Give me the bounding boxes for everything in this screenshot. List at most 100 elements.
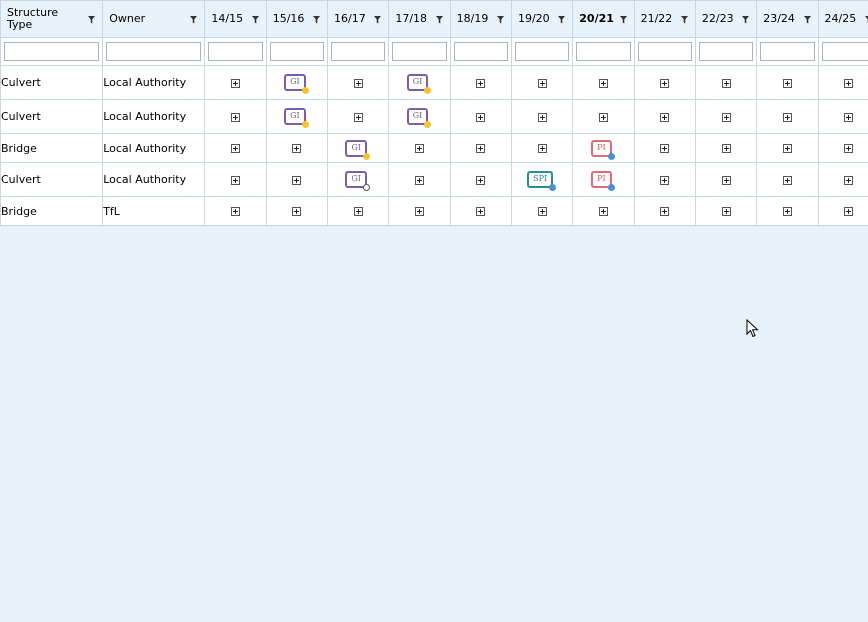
year-cell[interactable]: GI — [265, 65, 329, 100]
column-header-15-16[interactable]: 15/16 — [265, 0, 329, 38]
year-cell[interactable] — [633, 162, 696, 197]
filter-funnel-icon[interactable] — [496, 16, 504, 24]
year-cell[interactable] — [327, 196, 390, 226]
column-header-17-18[interactable]: 17/18 — [388, 0, 451, 38]
filter-funnel-icon[interactable] — [803, 16, 811, 24]
year-cell[interactable] — [327, 99, 390, 134]
filter-funnel-icon[interactable] — [374, 16, 382, 24]
add-inspection-plus-icon[interactable] — [476, 207, 486, 216]
year-cell[interactable] — [388, 196, 451, 226]
inspection-badge-pi[interactable]: PI — [591, 171, 615, 191]
column-header-owner[interactable]: Owner — [102, 0, 206, 38]
year-cell[interactable] — [572, 99, 635, 134]
add-inspection-plus-icon[interactable] — [415, 207, 424, 216]
column-filter-input[interactable] — [453, 42, 508, 61]
year-cell[interactable] — [633, 196, 696, 226]
add-inspection-plus-icon[interactable] — [415, 175, 424, 185]
column-filter-input[interactable] — [269, 42, 325, 61]
filter-funnel-icon[interactable] — [619, 16, 627, 24]
add-inspection-plus-icon[interactable] — [660, 78, 670, 88]
add-inspection-plus-icon[interactable] — [598, 207, 608, 216]
add-inspection-plus-icon[interactable] — [415, 144, 424, 153]
year-cell[interactable] — [449, 196, 512, 226]
add-inspection-plus-icon[interactable] — [721, 207, 731, 216]
add-inspection-plus-icon[interactable] — [292, 207, 302, 216]
year-cell[interactable] — [633, 99, 696, 134]
filter-funnel-icon[interactable] — [190, 16, 198, 24]
year-cell[interactable] — [265, 133, 329, 163]
column-header-22-23[interactable]: 22/23 — [694, 0, 758, 38]
add-inspection-plus-icon[interactable] — [476, 175, 486, 185]
column-filter-input[interactable] — [760, 42, 815, 61]
column-header-19-20[interactable]: 19/20 — [510, 0, 574, 38]
year-cell[interactable]: PI — [572, 162, 635, 197]
inspection-badge-gi[interactable]: GI — [345, 139, 370, 160]
inspection-badge-pi[interactable]: PI — [591, 139, 615, 160]
add-inspection-plus-icon[interactable] — [231, 112, 241, 122]
column-header-20-21[interactable]: 20/21 — [572, 0, 635, 38]
year-cell[interactable] — [694, 65, 758, 100]
add-inspection-plus-icon[interactable] — [844, 175, 854, 185]
filter-funnel-icon[interactable] — [435, 16, 443, 24]
add-inspection-plus-icon[interactable] — [844, 144, 854, 153]
add-inspection-plus-icon[interactable] — [721, 112, 731, 122]
year-cell[interactable] — [756, 162, 819, 197]
column-filter-input[interactable] — [637, 42, 692, 61]
year-cell[interactable] — [694, 196, 758, 226]
column-filter-input[interactable] — [106, 42, 202, 61]
filter-funnel-icon[interactable] — [251, 16, 259, 24]
year-cell[interactable] — [756, 196, 819, 226]
add-inspection-plus-icon[interactable] — [844, 78, 854, 88]
add-inspection-plus-icon[interactable] — [721, 175, 731, 185]
inspection-badge-gi[interactable]: GI — [284, 108, 309, 128]
add-inspection-plus-icon[interactable] — [292, 144, 302, 153]
add-inspection-plus-icon[interactable] — [598, 112, 608, 122]
year-cell[interactable] — [817, 133, 868, 163]
add-inspection-plus-icon[interactable] — [844, 112, 854, 122]
inspection-badge-gi[interactable]: GI — [345, 171, 370, 191]
add-inspection-plus-icon[interactable] — [292, 175, 302, 185]
add-inspection-plus-icon[interactable] — [660, 175, 670, 185]
add-inspection-plus-icon[interactable] — [231, 175, 241, 185]
inspection-badge-gi[interactable]: GI — [406, 108, 432, 128]
year-cell[interactable] — [510, 65, 574, 100]
add-inspection-plus-icon[interactable] — [782, 112, 792, 122]
filter-funnel-icon[interactable] — [88, 16, 96, 24]
year-cell[interactable]: SPI — [510, 162, 574, 197]
table-row[interactable]: Culvert Local Authority GI GI — [0, 65, 868, 100]
year-cell[interactable] — [265, 196, 329, 226]
filter-funnel-icon[interactable] — [558, 16, 566, 24]
year-cell[interactable] — [633, 65, 696, 100]
year-cell[interactable] — [817, 162, 868, 197]
year-cell[interactable] — [817, 196, 868, 226]
add-inspection-plus-icon[interactable] — [231, 144, 241, 153]
add-inspection-plus-icon[interactable] — [660, 144, 670, 153]
year-cell[interactable]: GI — [388, 65, 451, 100]
year-cell[interactable] — [204, 162, 267, 197]
year-cell[interactable]: GI — [265, 99, 329, 134]
filter-funnel-icon[interactable] — [680, 16, 688, 24]
year-cell[interactable] — [694, 99, 758, 134]
column-header-18-19[interactable]: 18/19 — [449, 0, 512, 38]
table-row[interactable]: Culvert Local Authority GI SPI PI — [0, 162, 868, 197]
column-filter-input[interactable] — [514, 42, 570, 61]
add-inspection-plus-icon[interactable] — [231, 78, 241, 88]
year-cell[interactable] — [694, 162, 758, 197]
add-inspection-plus-icon[interactable] — [537, 144, 547, 153]
column-header-16-17[interactable]: 16/17 — [327, 0, 390, 38]
column-filter-input[interactable] — [576, 42, 631, 61]
year-cell[interactable] — [756, 65, 819, 100]
year-cell[interactable] — [388, 162, 451, 197]
column-header-21-22[interactable]: 21/22 — [633, 0, 696, 38]
year-cell[interactable] — [388, 133, 451, 163]
column-filter-input[interactable] — [821, 42, 868, 61]
column-header-14-15[interactable]: 14/15 — [204, 0, 267, 38]
add-inspection-plus-icon[interactable] — [537, 207, 547, 216]
year-cell[interactable] — [756, 99, 819, 134]
year-cell[interactable] — [449, 65, 512, 100]
year-cell[interactable]: GI — [388, 99, 451, 134]
add-inspection-plus-icon[interactable] — [353, 78, 363, 88]
column-header-24-25[interactable]: 24/25 — [817, 0, 868, 38]
year-cell[interactable]: PI — [572, 133, 635, 163]
year-cell[interactable] — [204, 196, 267, 226]
